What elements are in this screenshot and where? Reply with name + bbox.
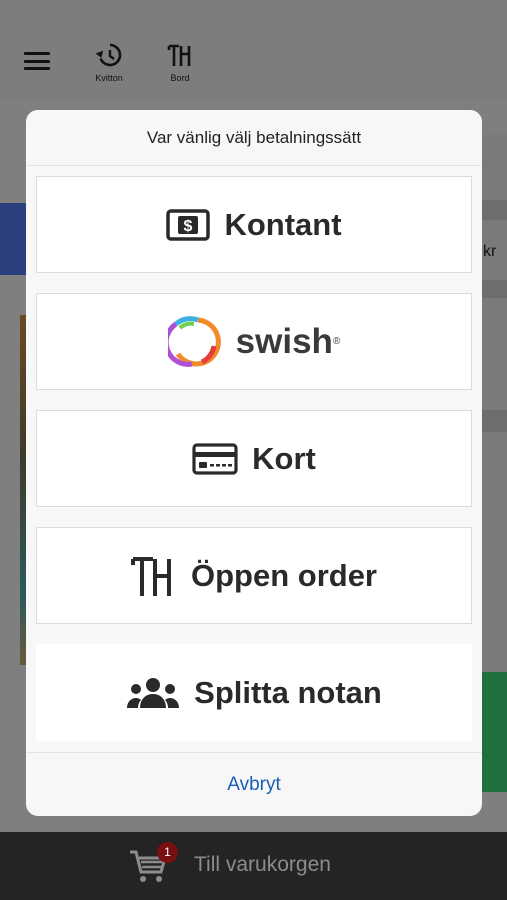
background-price-fragment: kr <box>483 243 497 260</box>
payment-option-label: Öppen order <box>190 557 377 593</box>
credit-card-icon <box>192 442 238 475</box>
svg-text:$: $ <box>184 218 193 235</box>
dialog-title: Var vänlig välj betalningssätt <box>26 110 482 166</box>
go-to-cart-button[interactable]: Till varukorgen <box>194 853 331 877</box>
cart-count-badge: 1 <box>157 842 178 863</box>
group-icon <box>127 677 180 708</box>
kvitton-button[interactable]: Kvitton <box>89 42 129 83</box>
payment-option-label: Splitta notan <box>194 674 382 710</box>
bord-label: Bord <box>170 73 190 83</box>
payment-option-swish[interactable]: swish ® <box>36 293 472 390</box>
cancel-button[interactable]: Avbryt <box>26 753 482 816</box>
background-divider <box>481 280 507 298</box>
kvitton-label: Kvitton <box>95 73 123 83</box>
top-bar: Kvitton Bord <box>0 0 507 100</box>
bord-button[interactable]: Bord <box>160 42 200 83</box>
payment-option-label: Kontant <box>224 206 342 242</box>
payment-option-kontant[interactable]: $ Kontant <box>36 176 472 273</box>
background-divider <box>481 200 507 220</box>
swish-logo <box>167 315 221 367</box>
payment-method-dialog: Var vänlig välj betalningssätt $ Kontant… <box>26 110 482 816</box>
payment-option-splitta-notan[interactable]: Splitta notan <box>36 644 472 741</box>
payment-option-label: swish <box>235 321 333 361</box>
payment-option-kort[interactable]: Kort <box>36 410 472 507</box>
table-icon <box>167 44 191 66</box>
background-green-button <box>481 672 507 792</box>
history-icon <box>95 43 122 67</box>
background-divider <box>481 410 507 432</box>
payment-option-label: Kort <box>252 440 316 476</box>
menu-icon[interactable] <box>24 52 50 70</box>
payment-option-oppen-order[interactable]: Öppen order <box>36 527 472 624</box>
table-icon <box>130 556 171 596</box>
cash-icon: $ <box>166 208 211 241</box>
registered-mark: ® <box>332 336 341 347</box>
